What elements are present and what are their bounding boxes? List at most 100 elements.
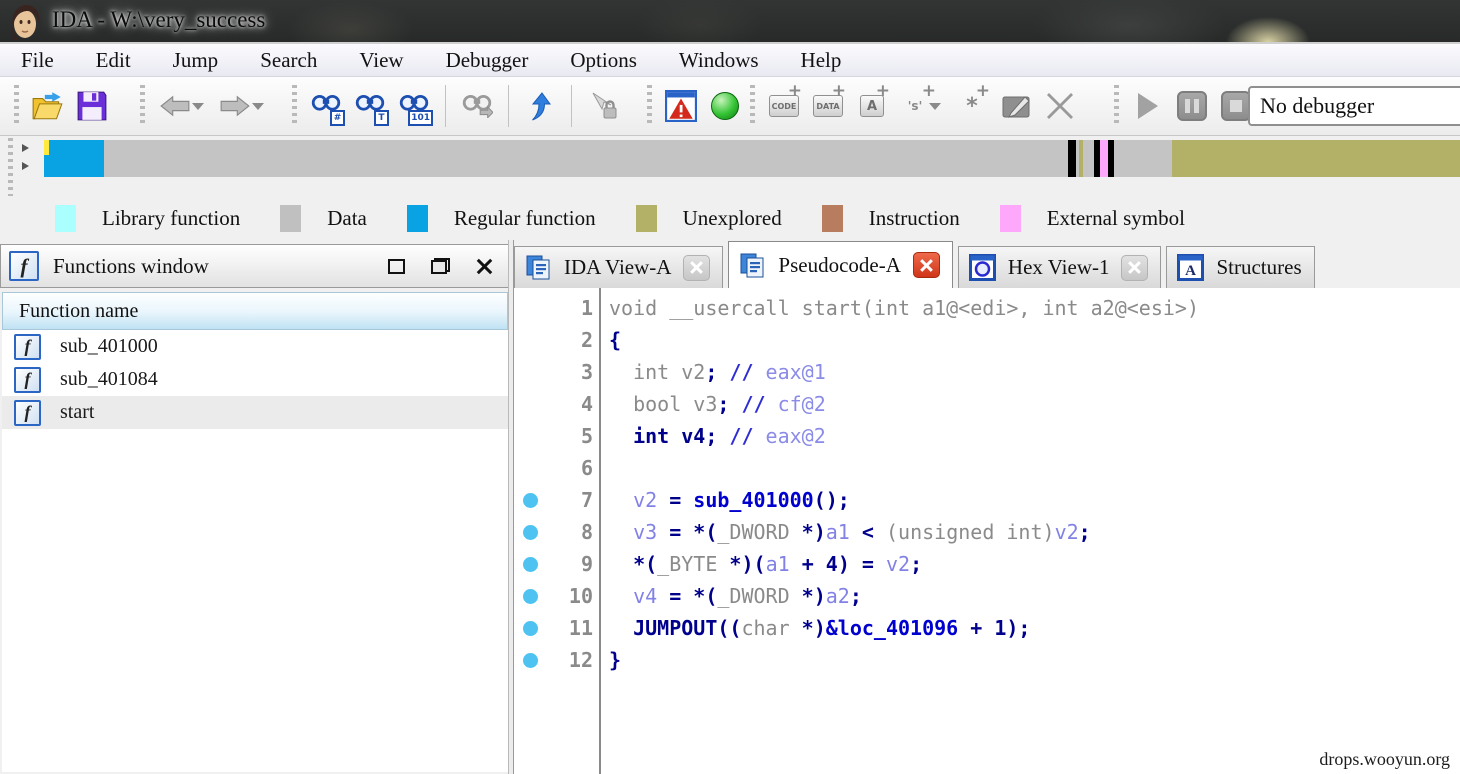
make-array-button[interactable]: * + xyxy=(950,82,994,130)
problems-button[interactable] xyxy=(659,82,703,130)
menu-item-edit[interactable]: Edit xyxy=(75,44,152,77)
function-row[interactable]: fsub_401084 xyxy=(2,363,508,396)
code-line[interactable]: 1void __usercall start(int a1@<edi>, int… xyxy=(514,292,1460,324)
navigate-back-button[interactable] xyxy=(152,82,212,130)
menu-item-help[interactable]: Help xyxy=(780,44,863,77)
chevron-down-icon[interactable] xyxy=(192,103,204,110)
run-status-button[interactable] xyxy=(703,82,747,130)
pause-icon xyxy=(1177,91,1207,121)
tab-pseudocode-a[interactable]: Pseudocode-A xyxy=(728,241,952,288)
toolbar-grip[interactable] xyxy=(140,85,145,127)
lock-cursor-button[interactable] xyxy=(581,82,625,130)
jump-up-button[interactable] xyxy=(518,82,562,130)
code-line[interactable]: 2{ xyxy=(514,324,1460,356)
navigate-forward-icon xyxy=(220,95,250,117)
legend-swatch xyxy=(407,205,428,232)
ida-app-icon xyxy=(8,4,42,40)
execution-dot-icon[interactable] xyxy=(523,653,538,668)
code-text: JUMPOUT((char *)&loc_401096 + 1); xyxy=(609,616,1030,640)
menu-item-file[interactable]: File xyxy=(0,44,75,77)
make-code-button[interactable]: CODE + xyxy=(762,82,806,130)
menu-item-options[interactable]: Options xyxy=(549,44,658,77)
rename-button[interactable]: A + xyxy=(850,82,894,130)
execution-dot-icon[interactable] xyxy=(523,557,538,572)
navband-arrow-icon[interactable] xyxy=(22,144,29,152)
pseudocode-lines: 1void __usercall start(int a1@<edi>, int… xyxy=(514,292,1460,676)
function-name-column-header[interactable]: Function name xyxy=(2,292,508,330)
restore-icon[interactable] xyxy=(431,258,450,274)
make-data-button[interactable]: DATA + xyxy=(806,82,850,130)
toolbar-grip[interactable] xyxy=(292,85,297,127)
menu-item-debugger[interactable]: Debugger xyxy=(425,44,550,77)
function-row[interactable]: fstart xyxy=(2,396,508,429)
open-file-button[interactable] xyxy=(26,82,70,130)
menu-bar: FileEditJumpSearchViewDebuggerOptionsWin… xyxy=(0,44,1460,77)
save-button[interactable] xyxy=(70,82,114,130)
code-line[interactable]: 12} xyxy=(514,644,1460,676)
tab-close-icon[interactable] xyxy=(913,252,940,278)
code-line[interactable]: 4 bool v3; // cf@2 xyxy=(514,388,1460,420)
tab-hex-view-1[interactable]: Hex View-1 xyxy=(958,246,1162,288)
code-token: ; xyxy=(850,584,862,608)
toolbar-grip[interactable] xyxy=(1114,85,1119,127)
menu-item-search[interactable]: Search xyxy=(239,44,338,77)
toolbar-grip[interactable] xyxy=(750,85,755,127)
pseudocode-view[interactable]: 1void __usercall start(int a1@<edi>, int… xyxy=(514,288,1460,774)
code-token: a1 xyxy=(826,520,850,544)
code-line[interactable]: 9 *(_BYTE *)(a1 + 4) = v2; xyxy=(514,548,1460,580)
tab-close-icon[interactable] xyxy=(683,255,710,281)
code-line[interactable]: 7 v2 = sub_401000(); xyxy=(514,484,1460,516)
code-line[interactable]: 3 int v2; // eax@1 xyxy=(514,356,1460,388)
search-text-button[interactable]: T xyxy=(348,82,392,130)
navigate-forward-button[interactable] xyxy=(212,82,272,130)
navigation-band[interactable] xyxy=(44,140,1460,177)
debug-pause-button[interactable] xyxy=(1170,82,1214,130)
toolbar-grip[interactable] xyxy=(647,85,652,127)
debug-play-button[interactable] xyxy=(1126,82,1170,130)
legend-label: Regular function xyxy=(454,206,596,231)
code-line[interactable]: 5 int v4; // eax@2 xyxy=(514,420,1460,452)
code-line[interactable]: 8 v3 = *(_DWORD *)a1 < (unsigned int)v2; xyxy=(514,516,1460,548)
code-text: v2 = sub_401000(); xyxy=(609,488,850,512)
window-title: IDA - W:\very_success xyxy=(52,7,265,33)
delete-function-button[interactable] xyxy=(1038,82,1082,130)
code-line[interactable]: 11 JUMPOUT((char *)&loc_401096 + 1); xyxy=(514,612,1460,644)
navband-position-marker[interactable] xyxy=(44,140,49,155)
execution-dot-icon[interactable] xyxy=(523,493,538,508)
line-number: 1 xyxy=(514,296,593,320)
functions-window-titlebar[interactable]: f Functions window xyxy=(0,244,510,288)
code-text: v3 = *(_DWORD *)a1 < (unsigned int)v2; xyxy=(609,520,1091,544)
menu-item-view[interactable]: View xyxy=(338,44,424,77)
tab-ida-view-a[interactable]: IDA View-A xyxy=(514,246,723,288)
chevron-down-icon[interactable] xyxy=(252,103,264,110)
search-names-button[interactable]: # xyxy=(304,82,348,130)
code-token: ; xyxy=(1079,520,1091,544)
execution-dot-icon[interactable] xyxy=(523,621,538,636)
view-tabbar: IDA View-APseudocode-AHex View-1AStructu… xyxy=(514,241,1460,288)
line-number: 2 xyxy=(514,328,593,352)
execution-dot-icon[interactable] xyxy=(523,589,538,604)
code-line[interactable]: 10 v4 = *(_DWORD *)a2; xyxy=(514,580,1460,612)
tab-close-icon[interactable] xyxy=(1121,255,1148,281)
execution-dot-icon[interactable] xyxy=(523,525,538,540)
code-line[interactable]: 6 xyxy=(514,452,1460,484)
toolbar-grip[interactable] xyxy=(14,85,19,127)
search-next-button[interactable] xyxy=(455,82,499,130)
menu-item-windows[interactable]: Windows xyxy=(658,44,780,77)
make-string-button[interactable]: 's' + xyxy=(894,82,950,130)
navigation-band-zone xyxy=(0,136,1460,198)
title-bar[interactable]: IDA - W:\very_success xyxy=(0,0,1460,44)
search-binary-button[interactable]: 101 xyxy=(392,82,436,130)
tab-structures[interactable]: AStructures xyxy=(1166,246,1314,288)
chevron-down-icon[interactable] xyxy=(929,103,941,110)
function-name: sub_401000 xyxy=(60,335,158,358)
navband-arrow-icon[interactable] xyxy=(22,162,29,170)
close-icon[interactable] xyxy=(476,258,493,275)
edit-function-button[interactable] xyxy=(994,82,1038,130)
menu-item-jump[interactable]: Jump xyxy=(152,44,240,77)
code-token: eax@1 xyxy=(766,360,826,384)
debugger-select[interactable]: No debugger xyxy=(1248,86,1460,126)
navband-grip[interactable] xyxy=(8,138,13,196)
maximize-icon[interactable] xyxy=(388,259,405,274)
function-row[interactable]: fsub_401000 xyxy=(2,330,508,363)
